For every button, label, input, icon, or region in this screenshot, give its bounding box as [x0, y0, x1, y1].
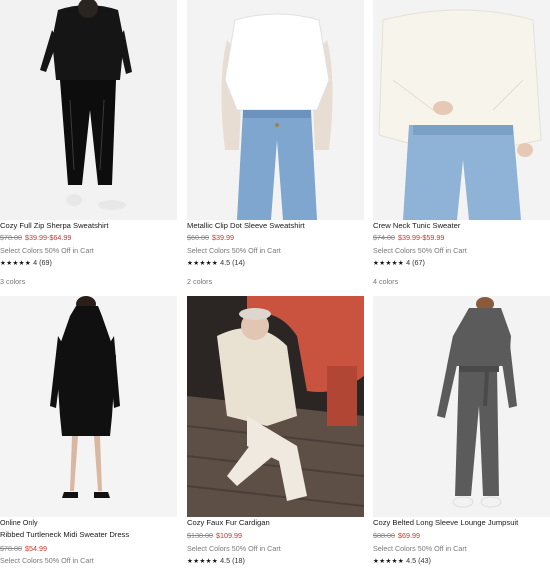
promo-text: Select Colors 50% Off in Cart [0, 245, 94, 255]
product-name[interactable]: Cozy Faux Fur Cardigan [187, 517, 364, 529]
original-price: $78.00 [0, 233, 22, 243]
product-image[interactable] [0, 296, 177, 517]
price: $60.00 $39.99 [187, 232, 364, 244]
sale-price: $69.99 [397, 531, 420, 541]
original-price: $74.00 [373, 233, 395, 243]
rating-text: 4 (67) [406, 258, 425, 268]
product-image[interactable] [373, 296, 550, 517]
product-name[interactable]: Metallic Clip Dot Sleeve Sweatshirt [187, 220, 364, 232]
original-price: $88.00 [373, 531, 395, 541]
promo-text: Select Colors 50% Off in Cart [373, 543, 467, 553]
sale-price: $39.99-$64.99 [24, 233, 72, 243]
rating[interactable]: ★★★★★ 4.5 (14) [187, 257, 364, 270]
star-rating-icon: ★★★★★ [187, 260, 219, 268]
sale-price: $54.99 [24, 543, 47, 553]
star-rating-icon: ★★★★★ [187, 558, 219, 566]
product-grid: Cozy Full Zip Sherpa Sweatshirt $78.00 $… [0, 0, 550, 568]
rating[interactable]: ★★★★★ 4.5 (18) [187, 555, 364, 568]
promo-text: Select Colors 50% Off in Cart [0, 556, 94, 566]
product-image[interactable] [373, 0, 550, 220]
product-card[interactable]: Cozy Full Zip Sherpa Sweatshirt $78.00 $… [0, 0, 177, 288]
star-rating-icon: ★★★★★ [373, 260, 405, 268]
promo-text: Select Colors 50% Off in Cart [187, 245, 281, 255]
product-card[interactable]: Online Only Ribbed Turtleneck Midi Sweat… [0, 296, 177, 568]
promo-text: Select Colors 50% Off in Cart [187, 543, 281, 553]
color-count[interactable]: 4 colors [373, 276, 550, 288]
color-count[interactable]: 2 colors [187, 276, 364, 288]
rating-text: 4.5 (18) [220, 556, 245, 566]
original-price: $60.00 [187, 233, 209, 243]
star-rating-icon: ★★★★★ [373, 558, 405, 566]
price: $138.00 $109.99 [187, 530, 364, 542]
product-image[interactable] [187, 296, 364, 517]
product-name[interactable]: Cozy Full Zip Sherpa Sweatshirt [0, 220, 177, 232]
sale-price: $39.99-$59.99 [397, 233, 445, 243]
rating[interactable]: ★★★★★ 4 (69) [0, 257, 177, 270]
price: $74.00 $39.99-$59.99 [373, 232, 550, 244]
original-price: $138.00 [187, 531, 213, 541]
product-card[interactable]: Cozy Faux Fur Cardigan $138.00 $109.99 S… [187, 296, 364, 569]
sale-price: $109.99 [215, 531, 242, 541]
price: $78.00 $39.99-$64.99 [0, 232, 177, 244]
rating[interactable]: ★★★★★ 4 (67) [373, 257, 550, 270]
color-count[interactable]: 3 colors [0, 276, 177, 288]
price: $88.00 $69.99 [373, 530, 550, 542]
product-card[interactable]: Metallic Clip Dot Sleeve Sweatshirt $60.… [187, 0, 364, 288]
online-only-badge: Online Only [0, 518, 38, 527]
product-name[interactable]: Ribbed Turtleneck Midi Sweater Dress [0, 529, 177, 541]
product-name[interactable]: Crew Neck Tunic Sweater [373, 220, 550, 232]
rating[interactable]: ★★★★★ 4.5 (43) [373, 555, 550, 568]
product-image[interactable] [187, 0, 364, 220]
promo-text: Select Colors 50% Off in Cart [373, 245, 467, 255]
product-card[interactable]: Cozy Belted Long Sleeve Lounge Jumpsuit … [373, 296, 550, 569]
product-name[interactable]: Cozy Belted Long Sleeve Lounge Jumpsuit [373, 517, 550, 529]
rating-text: 4.5 (14) [220, 258, 245, 268]
sale-price: $39.99 [211, 233, 234, 243]
product-image[interactable] [0, 0, 177, 220]
original-price: $78.00 [0, 543, 22, 553]
product-card[interactable]: Crew Neck Tunic Sweater $74.00 $39.99-$5… [373, 0, 550, 288]
rating-text: 4 (69) [33, 258, 52, 268]
star-rating-icon: ★★★★★ [0, 260, 32, 268]
price: $78.00 $54.99 [0, 543, 177, 555]
rating-text: 4.5 (43) [406, 556, 431, 566]
